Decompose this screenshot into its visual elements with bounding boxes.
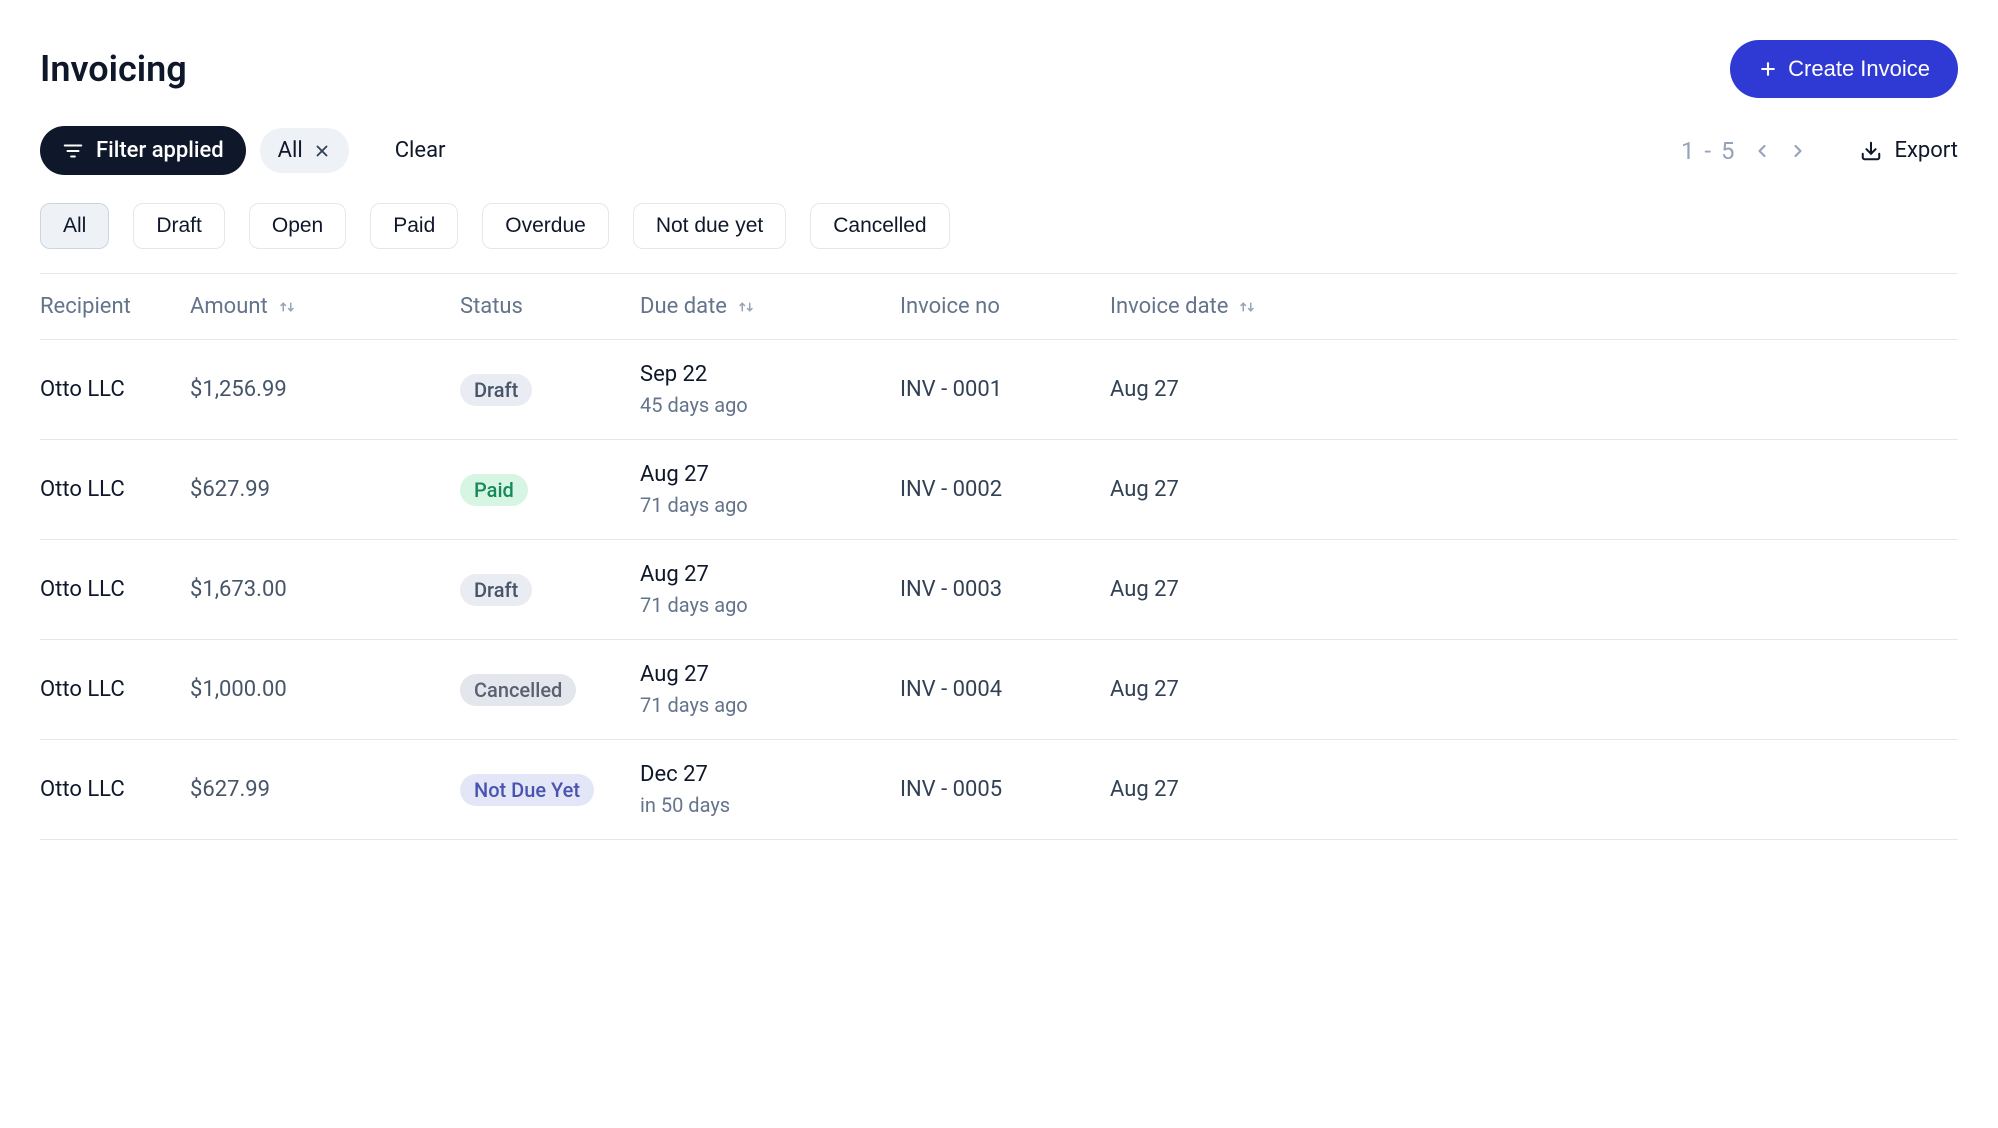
due-ago: 71 days ago bbox=[640, 593, 900, 617]
cell-recipient: Otto LLC bbox=[40, 577, 190, 602]
sort-icon bbox=[1238, 298, 1256, 316]
status-badge: Draft bbox=[460, 374, 532, 406]
cell-invoice-no: INV - 0005 bbox=[900, 777, 1110, 802]
cell-amount: $1,673.00 bbox=[190, 577, 460, 602]
cell-amount: $627.99 bbox=[190, 477, 460, 502]
export-label: Export bbox=[1894, 138, 1958, 163]
filter-chip-all[interactable]: All bbox=[260, 128, 349, 173]
due-date: Sep 22 bbox=[640, 362, 900, 387]
cell-recipient: Otto LLC bbox=[40, 377, 190, 402]
filter-icon bbox=[62, 140, 84, 162]
th-recipient-label: Recipient bbox=[40, 294, 131, 319]
cell-invoice-date: Aug 27 bbox=[1110, 477, 1958, 502]
due-ago: 71 days ago bbox=[640, 493, 900, 517]
filter-applied-button[interactable]: Filter applied bbox=[40, 126, 246, 175]
cell-amount: $627.99 bbox=[190, 777, 460, 802]
due-ago: in 50 days bbox=[640, 793, 900, 817]
th-invoice-no[interactable]: Invoice no bbox=[900, 294, 1110, 319]
due-ago: 45 days ago bbox=[640, 393, 900, 417]
filter-label: Filter applied bbox=[96, 138, 224, 163]
table-row[interactable]: Otto LLC$627.99Not Due Yet Dec 27 in 50 da… bbox=[40, 740, 1958, 840]
cell-status: Draft bbox=[460, 574, 640, 606]
tab-draft[interactable]: Draft bbox=[133, 203, 225, 249]
th-due-date[interactable]: Due date bbox=[640, 294, 900, 319]
cell-invoice-date: Aug 27 bbox=[1110, 677, 1958, 702]
tab-not-due-yet[interactable]: Not due yet bbox=[633, 203, 786, 249]
table-header: Recipient Amount Status Due date Invoice… bbox=[40, 273, 1958, 340]
tab-all[interactable]: All bbox=[40, 203, 109, 249]
cell-due-date: Sep 22 45 days ago bbox=[640, 362, 900, 417]
status-tabs: All Draft Open Paid Overdue Not due yet Cancel… bbox=[40, 203, 1958, 249]
th-status-label: Status bbox=[460, 294, 523, 319]
chevron-right-icon[interactable] bbox=[1788, 141, 1808, 161]
create-invoice-button[interactable]: Create Invoice bbox=[1730, 40, 1958, 98]
plus-icon bbox=[1758, 59, 1778, 79]
cell-status: Not Due Yet bbox=[460, 774, 640, 806]
tab-cancelled[interactable]: Cancelled bbox=[810, 203, 949, 249]
cell-invoice-date: Aug 27 bbox=[1110, 777, 1958, 802]
table-body: Otto LLC$1,256.99DraftSep 2245 days agoI… bbox=[40, 340, 1958, 840]
pager: 1 - 5 bbox=[1681, 137, 1809, 165]
cell-invoice-date: Aug 27 bbox=[1110, 377, 1958, 402]
close-icon[interactable] bbox=[313, 142, 331, 160]
cell-due-date: Aug 27 71 days ago bbox=[640, 662, 900, 717]
cell-invoice-no: INV - 0003 bbox=[900, 577, 1110, 602]
cell-invoice-no: INV - 0004 bbox=[900, 677, 1110, 702]
status-badge: Not Due Yet bbox=[460, 774, 594, 806]
create-invoice-label: Create Invoice bbox=[1788, 56, 1930, 82]
th-due-date-label: Due date bbox=[640, 294, 727, 319]
cell-due-date: Aug 27 71 days ago bbox=[640, 562, 900, 617]
cell-amount: $1,000.00 bbox=[190, 677, 460, 702]
cell-status: Draft bbox=[460, 374, 640, 406]
cell-status: Cancelled bbox=[460, 674, 640, 706]
th-recipient[interactable]: Recipient bbox=[40, 294, 190, 319]
page-title: Invoicing bbox=[40, 48, 187, 90]
due-date: Aug 27 bbox=[640, 662, 900, 687]
export-button[interactable]: Export bbox=[1860, 138, 1958, 163]
tab-overdue[interactable]: Overdue bbox=[482, 203, 609, 249]
pager-label: 1 - 5 bbox=[1681, 137, 1737, 165]
tab-open[interactable]: Open bbox=[249, 203, 346, 249]
cell-recipient: Otto LLC bbox=[40, 477, 190, 502]
status-badge: Cancelled bbox=[460, 674, 576, 706]
due-date: Aug 27 bbox=[640, 462, 900, 487]
table-row[interactable]: Otto LLC$627.99Paid Aug 27 71 days agoINV … bbox=[40, 440, 1958, 540]
due-ago: 71 days ago bbox=[640, 693, 900, 717]
cell-invoice-date: Aug 27 bbox=[1110, 577, 1958, 602]
table-row[interactable]: Otto LLC$1,000.00Cancelled Aug 27 71 days … bbox=[40, 640, 1958, 740]
cell-amount: $1,256.99 bbox=[190, 377, 460, 402]
table-row[interactable]: Otto LLC$1,673.00Draft Aug 27 71 days agoI… bbox=[40, 540, 1958, 640]
th-invoice-date-label: Invoice date bbox=[1110, 294, 1228, 319]
th-status[interactable]: Status bbox=[460, 294, 640, 319]
cell-recipient: Otto LLC bbox=[40, 777, 190, 802]
cell-invoice-no: INV - 0002 bbox=[900, 477, 1110, 502]
status-badge: Paid bbox=[460, 474, 528, 506]
th-amount[interactable]: Amount bbox=[190, 294, 460, 319]
due-date: Dec 27 bbox=[640, 762, 900, 787]
cell-invoice-no: INV - 0001 bbox=[900, 377, 1110, 402]
chevron-left-icon[interactable] bbox=[1752, 141, 1772, 161]
due-date: Aug 27 bbox=[640, 562, 900, 587]
cell-due-date: Dec 27 in 50 days bbox=[640, 762, 900, 817]
th-amount-label: Amount bbox=[190, 294, 268, 319]
download-icon bbox=[1860, 140, 1882, 162]
filter-chip-label: All bbox=[278, 138, 303, 163]
cell-status: Paid bbox=[460, 474, 640, 506]
cell-recipient: Otto LLC bbox=[40, 677, 190, 702]
clear-button[interactable]: Clear bbox=[395, 138, 446, 163]
sort-icon bbox=[737, 298, 755, 316]
th-invoice-no-label: Invoice no bbox=[900, 294, 1000, 319]
tab-paid[interactable]: Paid bbox=[370, 203, 458, 249]
table-row[interactable]: Otto LLC$1,256.99Draft Sep 22 45 days agoI… bbox=[40, 340, 1958, 440]
cell-due-date: Aug 27 71 days ago bbox=[640, 462, 900, 517]
status-badge: Draft bbox=[460, 574, 532, 606]
sort-icon bbox=[278, 298, 296, 316]
th-invoice-date[interactable]: Invoice date bbox=[1110, 294, 1958, 319]
